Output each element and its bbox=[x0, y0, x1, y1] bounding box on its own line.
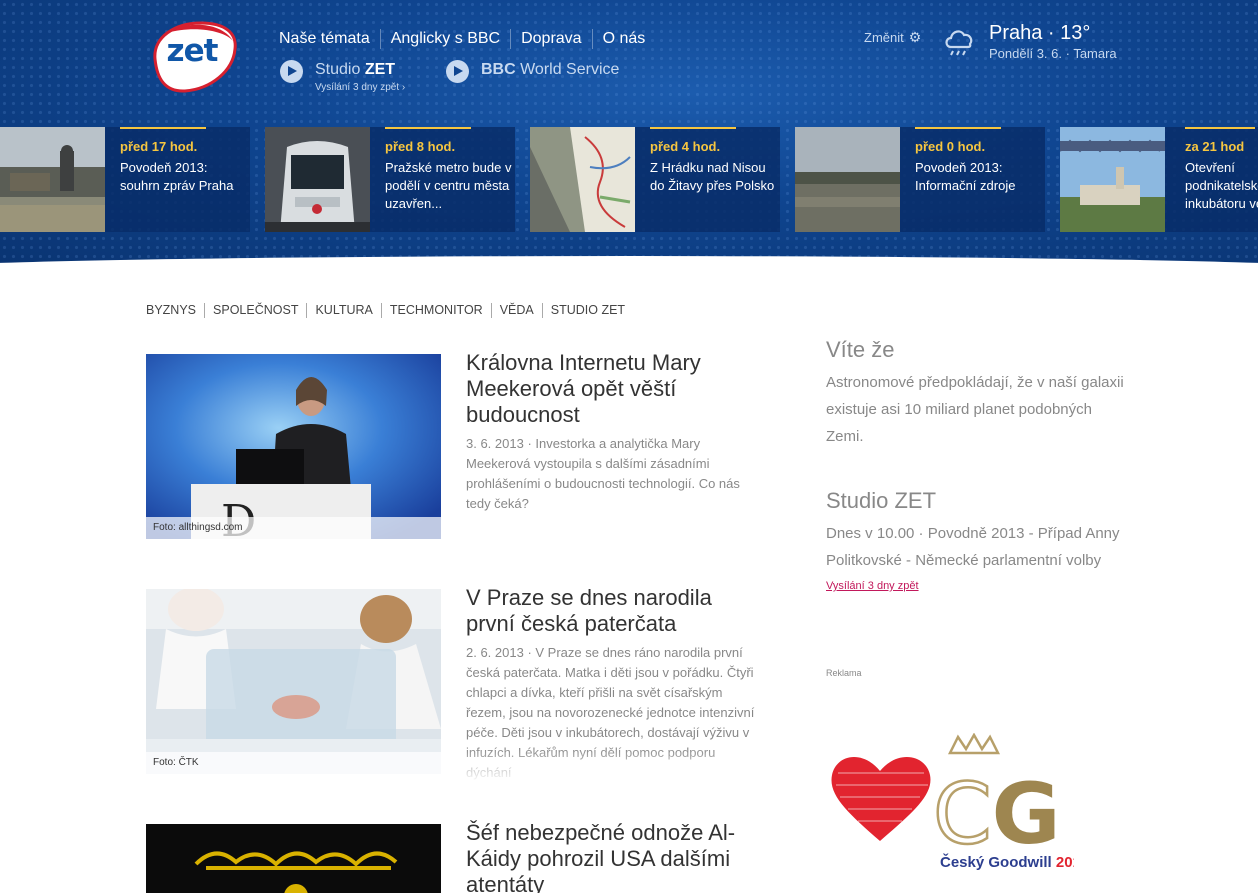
play-icon[interactable] bbox=[280, 60, 303, 83]
studio-zet-archive-link[interactable]: Vysílání 3 dny zpět bbox=[826, 580, 1126, 592]
ad-label: Reklama bbox=[826, 668, 862, 678]
weather-city-temperature: Praha · 13° bbox=[989, 22, 1091, 44]
article-title[interactable]: V Praze se dnes narodila první česká pat… bbox=[466, 585, 756, 637]
rain-cloud-icon bbox=[945, 30, 973, 56]
article-perex: 3. 6. 2013 · Investorka a analytička Mar… bbox=[466, 436, 740, 511]
site-header: zet Naše témata Anglicky s BBC Doprava O… bbox=[0, 0, 1258, 264]
carousel-item[interactable]: před 8 hod. Pražské metro bude v podělí … bbox=[265, 127, 515, 232]
article-image[interactable] bbox=[146, 824, 441, 893]
nav-o-nas[interactable]: O nás bbox=[591, 29, 656, 49]
article-perex: 2. 6. 2013 · V Praze se dnes ráno narodi… bbox=[466, 645, 755, 780]
carousel-item[interactable]: před 4 hod. Z Hrádku nad Nisou do Žitavy… bbox=[530, 127, 780, 232]
ad-caption: Český Goodwill 2013 bbox=[940, 853, 1074, 871]
change-location-button[interactable]: Změnit ⚙ bbox=[864, 29, 921, 46]
studio-zet-program: Dnes v 10.00 · Povodně 2013 - Případ Ann… bbox=[826, 525, 1120, 569]
weather-date-nameday: Pondělí 3. 6. · Tamara bbox=[989, 46, 1117, 61]
cesky-goodwill-banner[interactable]: CG Český Goodwill 2013 bbox=[828, 732, 1089, 875]
article-item: Foto: ČTK V Praze se dnes narodila první… bbox=[146, 585, 756, 780]
carousel-age: před 0 hod. bbox=[915, 139, 986, 154]
carousel-title: Povodeň 2013: Informační zdroje bbox=[915, 160, 1016, 193]
category-techmonitor[interactable]: TECHMONITOR bbox=[380, 303, 491, 318]
studio-archive-link[interactable]: Vysílání 3 dny zpět › bbox=[315, 82, 405, 94]
gear-icon: ⚙ bbox=[908, 29, 922, 45]
news-carousel: před 17 hod. Povodeň 2013: souhrn zpráv … bbox=[0, 127, 1258, 232]
category-veda[interactable]: VĚDA bbox=[490, 303, 542, 318]
studio-zet-title: Studio ZET bbox=[826, 488, 937, 513]
carousel-thumbnail bbox=[0, 127, 105, 232]
cesky-goodwill-logo: CG Český Goodwill 2013 bbox=[831, 732, 1089, 871]
change-label: Změnit bbox=[864, 30, 904, 45]
play-icon[interactable] bbox=[446, 60, 469, 83]
category-kultura[interactable]: KULTURA bbox=[306, 303, 380, 318]
carousel-title: Pražské metro bude v podělí v centru měs… bbox=[385, 160, 512, 211]
carousel-item[interactable]: za 21 hod Otevření podnikatelského inkub… bbox=[1060, 127, 1258, 232]
studio-zet-box: Studio ZET Dnes v 10.00 · Povodně 2013 -… bbox=[826, 488, 1126, 592]
ad-letter-c: CG bbox=[933, 765, 1061, 863]
carousel-item[interactable]: před 17 hod. Povodeň 2013: souhrn zpráv … bbox=[0, 127, 250, 232]
category-byznys[interactable]: BYZNYS bbox=[146, 303, 204, 318]
category-navigation: BYZNYS SPOLEČNOST KULTURA TECHMONITOR VĚ… bbox=[146, 303, 633, 318]
did-you-know-title: Víte že bbox=[826, 337, 895, 362]
zet-logo[interactable]: zet bbox=[145, 19, 239, 93]
article-item: Šéf nebezpečné odnože Al-Káidy pohrozil … bbox=[146, 820, 756, 893]
nav-doprava[interactable]: Doprava bbox=[510, 29, 591, 49]
did-you-know-box: Víte že Astronomové předpokládají, že v … bbox=[826, 337, 1126, 450]
studio-name: ZET bbox=[364, 61, 396, 78]
top-navigation: Naše témata Anglicky s BBC Doprava O nás bbox=[279, 29, 655, 49]
carousel-thumbnail bbox=[1060, 127, 1165, 232]
bbc-label: BBC bbox=[481, 61, 516, 78]
article-title[interactable]: Šéf nebezpečné odnože Al-Káidy pohrozil … bbox=[466, 820, 756, 893]
carousel-title: Povodeň 2013: souhrn zpráv Praha bbox=[120, 160, 234, 193]
logo-text: zet bbox=[166, 33, 219, 69]
carousel-age: před 4 hod. bbox=[650, 139, 721, 154]
carousel-thumbnail bbox=[795, 127, 900, 232]
photo-credit: Foto: allthingsd.com bbox=[146, 517, 441, 539]
carousel-title: Otevření podnikatelského inkubátoru ve bbox=[1185, 160, 1258, 211]
nav-anglicky-s-bbc[interactable]: Anglicky s BBC bbox=[379, 29, 510, 49]
nav-nase-temata[interactable]: Naše témata bbox=[279, 29, 380, 49]
article-image[interactable]: Foto: ČTK bbox=[146, 589, 441, 774]
article-image[interactable]: D Foto: allthingsd.com bbox=[146, 354, 441, 539]
bbc-world-service-player[interactable]: BBC World Service bbox=[446, 60, 619, 83]
article-title[interactable]: Královna Internetu Mary Meekerová opět v… bbox=[466, 350, 756, 428]
carousel-thumbnail bbox=[265, 127, 370, 232]
carousel-age: před 17 hod. bbox=[120, 139, 198, 154]
studio-zet-player[interactable]: Studio ZET Vysílání 3 dny zpět › bbox=[280, 60, 405, 94]
category-studio-zet[interactable]: STUDIO ZET bbox=[541, 303, 633, 318]
carousel-thumbnail bbox=[530, 127, 635, 232]
carousel-item[interactable]: před 0 hod. Povodeň 2013: Informační zdr… bbox=[795, 127, 1045, 232]
category-spolecnost[interactable]: SPOLEČNOST bbox=[204, 303, 306, 318]
studio-label: Studio bbox=[315, 61, 365, 78]
article-item: D Foto: allthingsd.com Královna Internet… bbox=[146, 350, 756, 539]
carousel-title: Z Hrádku nad Nisou do Žitavy přes Polsko bbox=[650, 160, 775, 193]
did-you-know-text: Astronomové předpokládají, že v naší gal… bbox=[826, 374, 1124, 445]
photo-credit: Foto: ČTK bbox=[146, 752, 441, 774]
carousel-age: před 8 hod. bbox=[385, 139, 456, 154]
carousel-age: za 21 hod bbox=[1185, 139, 1245, 154]
bbc-service-label: World Service bbox=[515, 61, 620, 78]
